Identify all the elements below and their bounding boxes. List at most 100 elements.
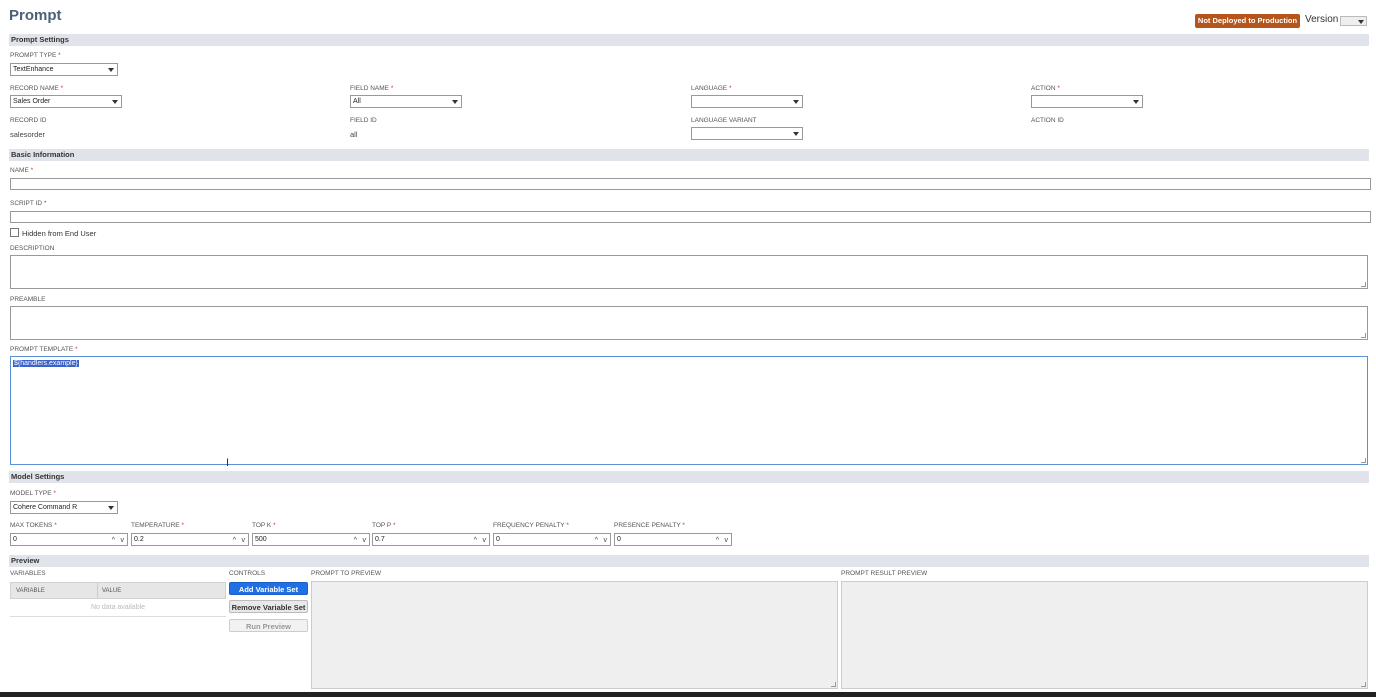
model-type-select[interactable]: Cohere Command R — [10, 501, 118, 514]
frequency-penalty-label: FREQUENCY PENALTY * — [493, 522, 569, 529]
field-name-label: FIELD NAME * — [350, 85, 394, 92]
script-id-input[interactable] — [10, 211, 1371, 223]
field-name-value: All — [353, 98, 361, 105]
action-id-label: ACTION ID — [1031, 117, 1064, 124]
prompt-template-value: ${handlers.example} — [13, 360, 79, 367]
variables-label: VARIABLES — [10, 570, 46, 577]
top-p-input[interactable]: 0.7 ^ v — [372, 533, 490, 546]
resize-handle-icon[interactable] — [1361, 333, 1366, 338]
section-prompt-settings: Prompt Settings — [9, 34, 1369, 46]
resize-handle-icon[interactable] — [1361, 682, 1366, 687]
chevron-down-icon — [112, 100, 118, 104]
run-preview-button[interactable]: Run Preview — [229, 619, 308, 632]
spinner-down-icon[interactable]: v — [725, 535, 729, 546]
prompt-template-textarea[interactable]: ${handlers.example} — [10, 356, 1368, 465]
column-header-variable[interactable]: VARIABLE — [16, 588, 45, 594]
prompt-to-preview-box[interactable] — [311, 581, 838, 689]
preamble-textarea[interactable] — [10, 306, 1368, 340]
language-select[interactable] — [691, 95, 803, 108]
column-header-value[interactable]: VALUE — [102, 588, 121, 594]
variables-empty-text: No data available — [90, 604, 146, 611]
presence-penalty-input[interactable]: 0 ^ v — [614, 533, 732, 546]
spinner-up-icon[interactable]: ^ — [595, 535, 598, 546]
temperature-value: 0.2 — [134, 536, 144, 543]
model-type-value: Cohere Command R — [13, 504, 78, 511]
description-label: DESCRIPTION — [10, 245, 55, 252]
section-basic-information: Basic Information — [9, 149, 1369, 161]
chevron-down-icon — [793, 132, 799, 136]
record-name-select[interactable]: Sales Order — [10, 95, 122, 108]
record-name-value: Sales Order — [13, 98, 51, 105]
hidden-from-end-user-label: Hidden from End User — [22, 229, 97, 238]
table-footer-line — [10, 616, 226, 617]
presence-penalty-label: PRESENCE PENALTY * — [614, 522, 685, 529]
section-preview: Preview — [9, 555, 1369, 567]
resize-handle-icon[interactable] — [1361, 458, 1366, 463]
section-model-settings: Model Settings — [9, 471, 1369, 483]
action-label: ACTION * — [1031, 85, 1060, 92]
text-cursor-icon: I — [226, 457, 230, 469]
spinner-up-icon[interactable]: ^ — [112, 535, 115, 546]
spinner-up-icon[interactable]: ^ — [354, 535, 357, 546]
controls-label: CONTROLS — [229, 570, 266, 577]
record-id-label: RECORD ID — [10, 117, 47, 124]
preamble-label: PREAMBLE — [10, 296, 46, 303]
language-variant-select[interactable] — [691, 127, 803, 140]
script-id-label: SCRIPT ID * — [10, 200, 47, 207]
top-p-value: 0.7 — [375, 536, 385, 543]
max-tokens-value: 0 — [13, 536, 17, 543]
column-divider — [97, 583, 98, 598]
max-tokens-input[interactable]: 0 ^ v — [10, 533, 128, 546]
field-name-select[interactable]: All — [350, 95, 462, 108]
record-id-value: salesorder — [10, 130, 46, 139]
frequency-penalty-input[interactable]: 0 ^ v — [493, 533, 611, 546]
prompt-type-label: PROMPT TYPE * — [10, 52, 61, 59]
top-k-input[interactable]: 500 ^ v — [252, 533, 370, 546]
taskbar — [0, 692, 1376, 697]
resize-handle-icon[interactable] — [831, 682, 836, 687]
prompt-type-value: TextEnhance — [13, 66, 54, 73]
prompt-type-select[interactable]: TextEnhance — [10, 63, 118, 76]
prompt-template-label: PROMPT TEMPLATE * — [10, 346, 78, 353]
language-variant-label: LANGUAGE VARIANT — [691, 117, 757, 124]
chevron-down-icon — [793, 100, 799, 104]
spinner-up-icon[interactable]: ^ — [474, 535, 477, 546]
prompt-result-preview-box[interactable] — [841, 581, 1368, 689]
top-k-label: TOP K * — [252, 522, 276, 529]
spinner-up-icon[interactable]: ^ — [233, 535, 236, 546]
name-input[interactable] — [10, 178, 1371, 190]
spinner-down-icon[interactable]: v — [604, 535, 608, 546]
version-label: Version — [1305, 14, 1339, 25]
page-title: Prompt — [9, 7, 62, 24]
prompt-result-preview-label: PROMPT RESULT PREVIEW — [841, 570, 928, 577]
spinner-up-icon[interactable]: ^ — [716, 535, 719, 546]
version-select[interactable] — [1340, 16, 1367, 26]
chevron-down-icon — [1358, 20, 1364, 24]
field-id-label: FIELD ID — [350, 117, 377, 124]
temperature-input[interactable]: 0.2 ^ v — [131, 533, 249, 546]
add-variable-set-button[interactable]: Add Variable Set — [229, 582, 308, 595]
chevron-down-icon — [108, 68, 114, 72]
record-name-label: RECORD NAME * — [10, 85, 64, 92]
top-p-label: TOP P * — [372, 522, 396, 529]
language-label: LANGUAGE * — [691, 85, 732, 92]
spinner-down-icon[interactable]: v — [121, 535, 125, 546]
spinner-down-icon[interactable]: v — [242, 535, 246, 546]
temperature-label: TEMPERATURE * — [131, 522, 184, 529]
resize-handle-icon[interactable] — [1361, 282, 1366, 287]
chevron-down-icon — [452, 100, 458, 104]
chevron-down-icon — [1133, 100, 1139, 104]
remove-variable-set-button[interactable]: Remove Variable Set — [229, 600, 308, 613]
status-badge: Not Deployed to Production — [1195, 14, 1300, 28]
presence-penalty-value: 0 — [617, 536, 621, 543]
spinner-down-icon[interactable]: v — [483, 535, 487, 546]
max-tokens-label: MAX TOKENS * — [10, 522, 57, 529]
frequency-penalty-value: 0 — [496, 536, 500, 543]
hidden-from-end-user-checkbox[interactable] — [10, 228, 19, 237]
description-textarea[interactable] — [10, 255, 1368, 289]
action-select[interactable] — [1031, 95, 1143, 108]
field-id-value: all — [350, 130, 358, 139]
prompt-to-preview-label: PROMPT TO PREVIEW — [311, 570, 382, 577]
spinner-down-icon[interactable]: v — [363, 535, 367, 546]
chevron-down-icon — [108, 506, 114, 510]
